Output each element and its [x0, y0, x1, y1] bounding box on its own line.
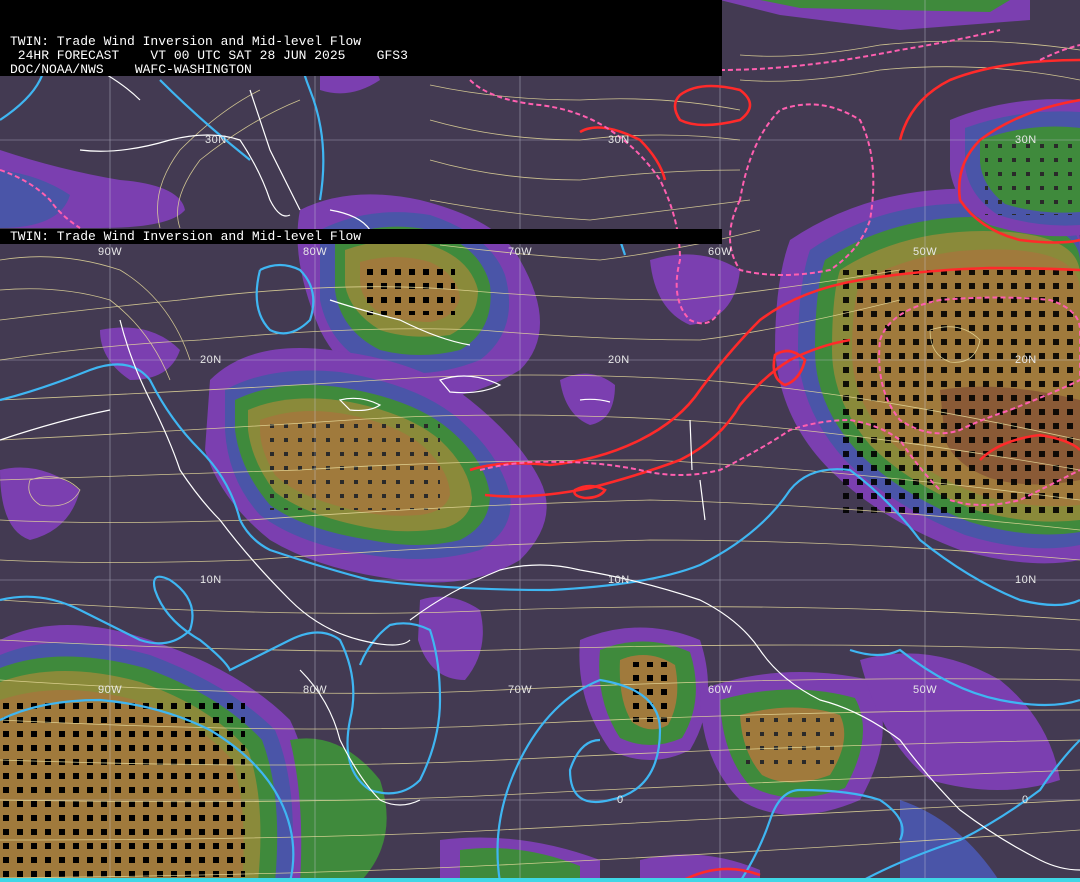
lat-label: 10N	[1015, 574, 1037, 586]
twin-weather-map: TWIN: Trade Wind Inversion and Mid-level…	[0, 0, 1080, 882]
lat-label: 30N	[1015, 134, 1037, 146]
header-forecast-line: 24HR FORECAST VT 00 UTC SAT 28 JUN 2025 …	[10, 48, 408, 63]
map-header: TWIN: Trade Wind Inversion and Mid-level…	[0, 0, 722, 76]
lat-label: 10N	[608, 574, 630, 586]
lon-label: 90W	[98, 684, 123, 696]
inversion-shading	[0, 0, 1080, 882]
lon-label: 60W	[708, 246, 733, 258]
map-canvas	[0, 0, 1080, 882]
header-title: TWIN: Trade Wind Inversion and Mid-level…	[10, 34, 362, 49]
lat-label: 20N	[1015, 354, 1037, 366]
lon-label: 60W	[708, 684, 733, 696]
map-subheader: TWIN: Trade Wind Inversion and Mid-level…	[0, 229, 722, 244]
subheader-title: TWIN: Trade Wind Inversion and Mid-level…	[10, 229, 362, 244]
bottom-border	[0, 878, 1080, 882]
lat-label: 20N	[608, 354, 630, 366]
equator-label: 0	[1022, 794, 1029, 806]
lon-label: 70W	[508, 246, 533, 258]
lon-label: 90W	[98, 246, 123, 258]
lon-label: 50W	[913, 684, 938, 696]
header-agency-line: DOC/NOAA/NWS WAFC-WASHINGTON	[10, 62, 252, 77]
lon-label: 80W	[303, 684, 328, 696]
lon-label: 50W	[913, 246, 938, 258]
lat-label: 30N	[205, 134, 227, 146]
lat-label: 20N	[200, 354, 222, 366]
lat-label: 10N	[200, 574, 222, 586]
lon-label: 70W	[508, 684, 533, 696]
equator-label: 0	[617, 794, 624, 806]
lon-label: 80W	[303, 246, 328, 258]
lat-label: 30N	[608, 134, 630, 146]
